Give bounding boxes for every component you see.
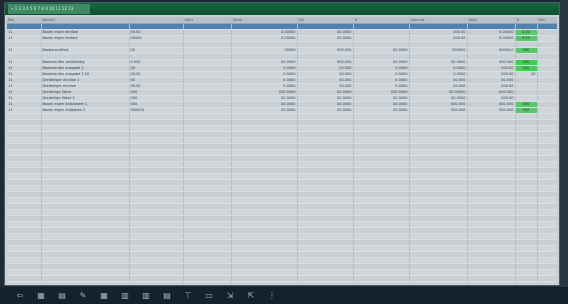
import-icon[interactable]: ⇱ [245, 291, 257, 301]
table-cell [129, 281, 184, 283]
window-edge [560, 0, 568, 304]
data-grid[interactable]: Pos Benefit Start Value Val N Amount Total N Mrs … [7, 17, 557, 283]
print-icon[interactable]: ▭ [203, 291, 215, 301]
edit-icon[interactable]: ✎ [77, 291, 89, 301]
data-table: Pos Benefit Start Value Val N Amount Total N Mrs … [7, 17, 557, 283]
table-cell [467, 281, 516, 283]
export-icon[interactable]: ⇲ [224, 291, 236, 301]
more-icon[interactable]: ⋮ [266, 291, 278, 301]
table-cell [297, 281, 354, 283]
table-cell [7, 281, 42, 283]
table-cell [409, 281, 468, 283]
title-bar: » 1 2 3 4 5 6 7 8 9 10 11 12 13 [5, 3, 559, 15]
filter-icon[interactable]: ⊤ [182, 291, 194, 301]
sheet-icon[interactable]: ▤ [56, 291, 68, 301]
chart-icon[interactable]: ▥ [119, 291, 131, 301]
columns-icon[interactable]: ▥ [140, 291, 152, 301]
table-cell [183, 281, 232, 283]
table-cell [231, 281, 298, 283]
app-window: » 1 2 3 4 5 6 7 8 9 10 11 12 13 Pos Benef… [4, 2, 560, 286]
table-cell [41, 281, 130, 283]
bottom-toolbar: ⇦ ▦ ▤ ✎ ▦ ▥ ▥ ▤ ⊤ ▭ ⇲ ⇱ ⋮ [0, 287, 568, 304]
list-icon[interactable]: ▤ [161, 291, 173, 301]
grid-icon[interactable]: ▦ [35, 291, 47, 301]
empty-row [7, 281, 557, 283]
window-title-tab[interactable]: » 1 2 3 4 5 6 7 8 9 10 11 12 13 [8, 4, 90, 14]
table-cell [515, 281, 538, 283]
arrow-left-icon[interactable]: ⇦ [14, 291, 26, 301]
table-cell [537, 281, 557, 283]
table-icon[interactable]: ▦ [98, 291, 110, 301]
table-cell [353, 281, 410, 283]
